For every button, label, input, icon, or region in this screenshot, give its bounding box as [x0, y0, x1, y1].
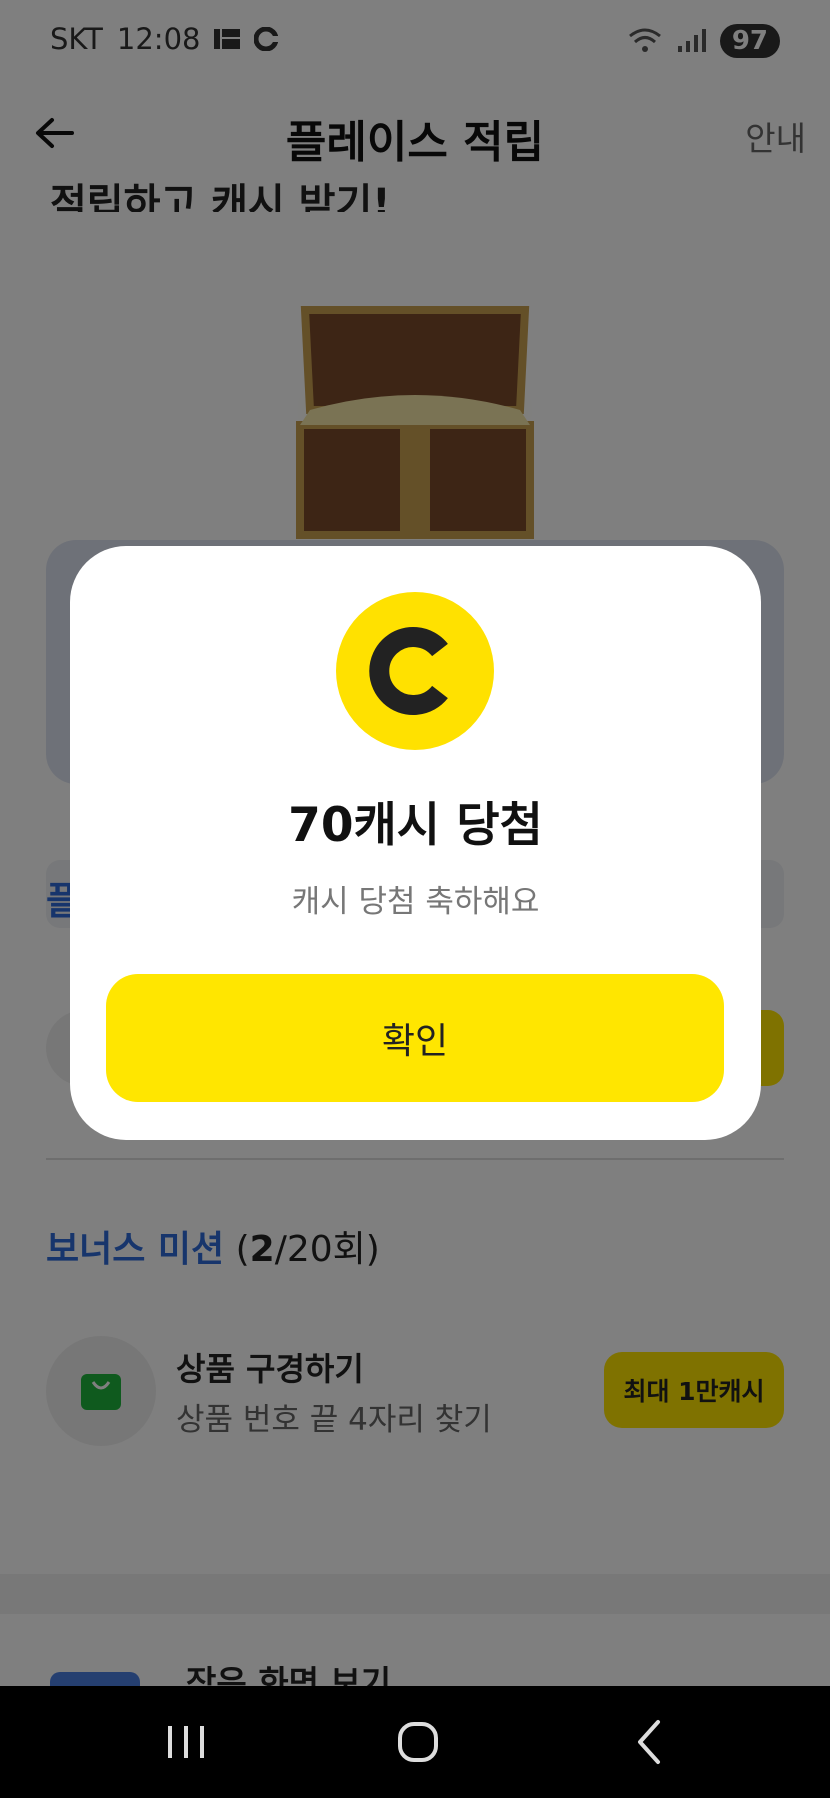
system-nav-bar — [0, 1686, 830, 1798]
reward-modal: 70캐시 당첨 캐시 당첨 축하해요 확인 — [70, 546, 761, 1140]
modal-title: 70캐시 당첨 — [288, 798, 543, 853]
back-nav-icon[interactable] — [620, 1714, 680, 1770]
recents-icon[interactable] — [156, 1714, 216, 1770]
cash-coin-icon — [336, 592, 494, 750]
modal-subtitle: 캐시 당첨 축하해요 — [291, 884, 540, 920]
home-icon[interactable] — [388, 1714, 448, 1770]
confirm-button[interactable]: 확인 — [106, 974, 724, 1102]
